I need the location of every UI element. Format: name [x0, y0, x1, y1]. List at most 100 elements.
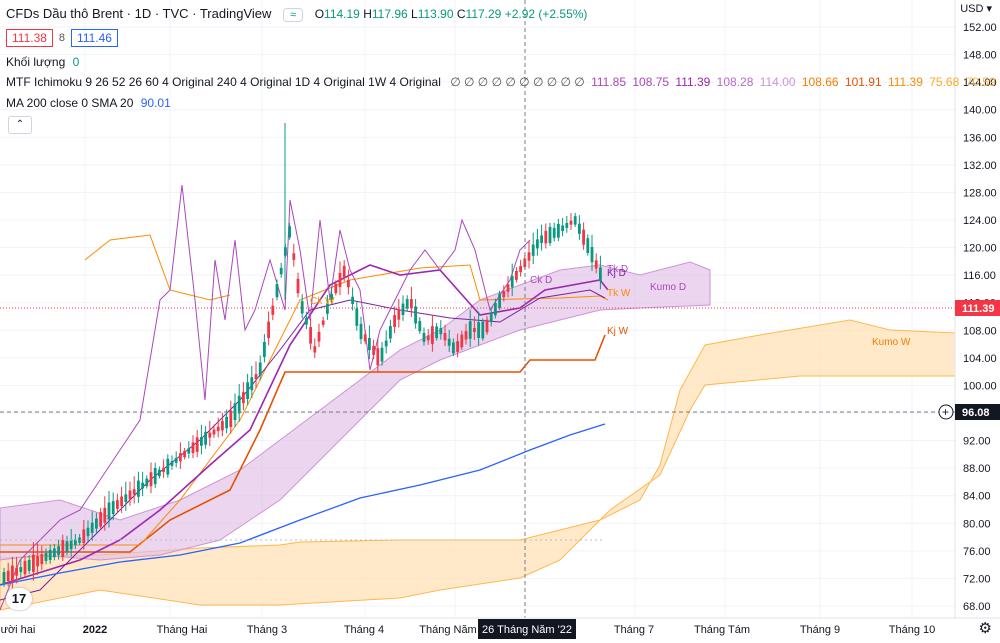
candle-body: [288, 226, 291, 238]
candle-body: [414, 306, 417, 324]
time-tick-label: Tháng Tám: [694, 624, 750, 636]
candle-body: [145, 478, 149, 487]
candle-body: [573, 216, 577, 225]
ichimoku-value: 108.75: [629, 75, 670, 89]
candle-body: [124, 494, 128, 503]
ichimoku-value: 108.28: [713, 75, 754, 89]
candle-body: [107, 502, 111, 520]
candle-body: [376, 348, 380, 366]
candle-body: [44, 553, 48, 561]
candle-body: [393, 315, 396, 327]
buy-button[interactable]: 111.46: [71, 29, 118, 47]
candle-body: [82, 529, 86, 543]
candle-body: [536, 239, 539, 249]
candle-body: [389, 326, 392, 339]
candle-body: [527, 252, 531, 261]
tradingview-logo-icon[interactable]: 17: [6, 588, 32, 610]
kumo-w-cloud: [0, 319, 956, 611]
candle-body: [15, 567, 18, 576]
candle-body: [111, 501, 115, 515]
candle-body: [48, 549, 52, 561]
candle-body: [313, 346, 317, 353]
candle-body: [443, 332, 447, 341]
kumo-d-label: Kumo D: [650, 282, 686, 293]
ichimoku-value: 114.00: [756, 75, 796, 89]
currency-selector[interactable]: USD ▾: [960, 2, 992, 15]
candle-body: [166, 458, 170, 475]
candle-body: [300, 301, 304, 314]
settings-gear-icon[interactable]: ⚙: [979, 619, 992, 637]
candle-body: [590, 247, 594, 263]
crosshair-price-value: 96.08: [962, 407, 990, 419]
candle-body: [447, 338, 451, 346]
candle-body: [229, 410, 233, 427]
candle-body: [69, 539, 73, 550]
time-tick-label: ười hai: [1, 624, 36, 636]
candle-body: [397, 310, 401, 320]
time-tick-label: Tháng 10: [889, 624, 935, 636]
candle-body: [195, 437, 199, 452]
candle-body: [258, 362, 262, 376]
candle-body: [27, 559, 31, 571]
candle-body: [90, 522, 94, 533]
candle-body: [128, 490, 132, 500]
candle-body: [351, 296, 354, 305]
candle-body: [586, 238, 590, 253]
price-tick-label: 152.00: [963, 22, 997, 34]
kj-w-label: Kj W: [607, 326, 629, 337]
candle-body: [431, 326, 434, 344]
candle-body: [183, 450, 186, 458]
candle-body: [477, 322, 480, 338]
price-tick-label: 116.00: [963, 270, 996, 282]
time-tick-label: 2022: [83, 624, 107, 636]
candle-body: [267, 321, 270, 339]
candle-body: [216, 426, 220, 432]
candle-body: [372, 345, 375, 355]
candle-body: [137, 480, 140, 497]
ichimoku-value: 101.91: [841, 75, 882, 89]
candle-body: [116, 500, 119, 509]
ichimoku-value: 108.66: [798, 75, 839, 89]
candle-body: [359, 323, 363, 340]
collapse-legend-button[interactable]: ⌃: [8, 116, 32, 134]
market-status-badge[interactable]: ≈: [283, 8, 304, 22]
candle-body: [468, 321, 472, 339]
ichimoku-legend[interactable]: MTF Ichimoku 9 26 52 26 60 4 Original 24…: [6, 75, 996, 89]
candle-body: [515, 270, 518, 280]
price-tick-label: 104.00: [963, 353, 997, 365]
candle-body: [57, 546, 60, 556]
candle-body: [32, 554, 35, 572]
candle-body: [242, 392, 245, 404]
volume-legend[interactable]: Khối lượng 0: [6, 55, 79, 69]
candle-body: [363, 334, 367, 342]
chart-legend-title: CFDs Dầu thô Brent · 1D · TVC · TradingV…: [6, 6, 587, 22]
candle-body: [296, 278, 300, 294]
candle-body: [279, 267, 283, 275]
symbol-title[interactable]: CFDs Dầu thô Brent · 1D · TVC · TradingV…: [6, 6, 271, 21]
sell-button[interactable]: 111.38: [6, 29, 53, 47]
candle-body: [355, 308, 359, 326]
candle-body: [200, 437, 203, 446]
ma-legend[interactable]: MA 200 close 0 SMA 20 90.01: [6, 96, 171, 110]
candle-body: [481, 321, 485, 339]
price-tick-label: 148.00: [963, 50, 997, 62]
candle-body: [334, 283, 338, 294]
candle-body: [489, 313, 493, 323]
candle-body: [221, 421, 224, 431]
candle-body: [578, 223, 581, 234]
candle-body: [452, 342, 455, 354]
candle-body: [179, 453, 182, 462]
price-tick-label: 72.00: [963, 573, 991, 585]
price-tick-label: 88.00: [963, 463, 991, 475]
ichimoku-value: 111.85: [591, 75, 627, 89]
candle-body: [531, 244, 535, 256]
candle-body: [275, 284, 279, 298]
price-tick-label: 84.00: [963, 491, 991, 503]
candle-body: [271, 305, 275, 315]
ck-d-label: Ck D: [530, 275, 552, 286]
candle-body: [426, 335, 430, 341]
crosshair-date-value: 26 Tháng Năm '22: [482, 624, 572, 636]
candle-body: [338, 272, 342, 288]
candle-body: [263, 341, 266, 357]
candle-body: [212, 429, 216, 435]
